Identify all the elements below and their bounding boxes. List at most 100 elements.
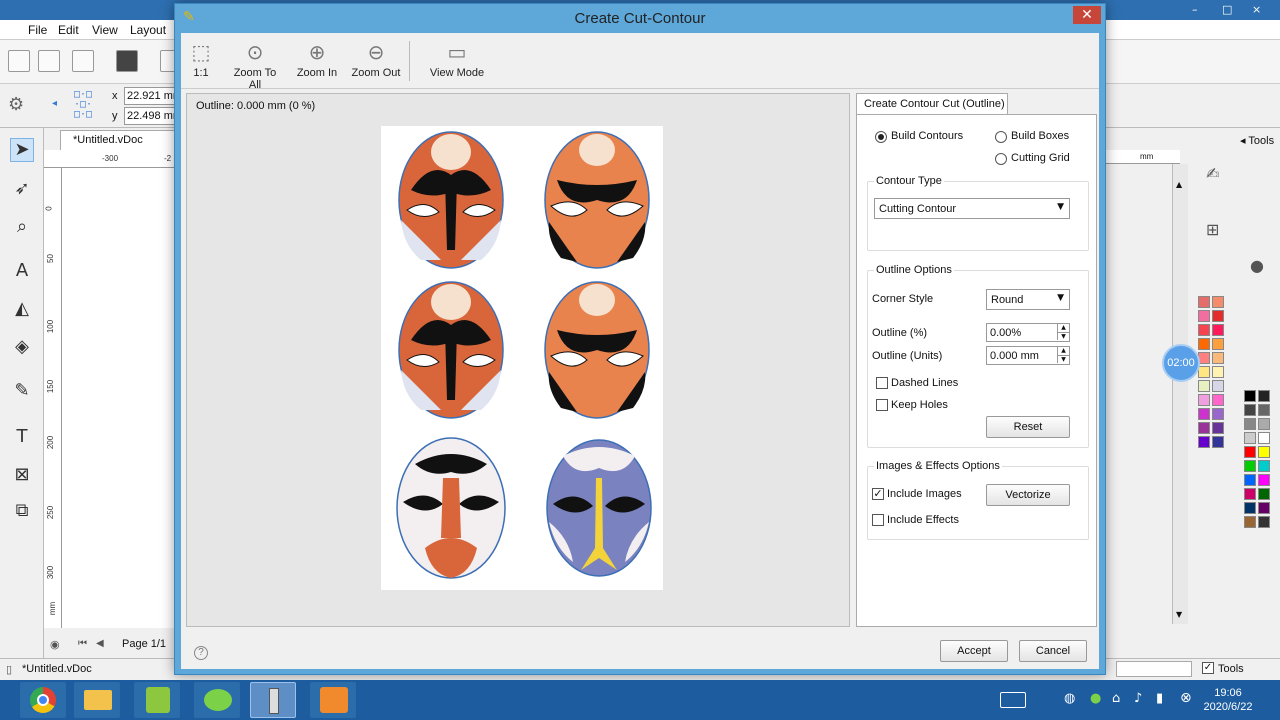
color-swatch[interactable] (1258, 446, 1270, 458)
outline-units-field[interactable]: 0.000 mm ▲ ▼ (986, 346, 1070, 365)
color-swatch[interactable] (1244, 516, 1256, 528)
color-swatch[interactable] (1258, 460, 1270, 472)
green-app-icon[interactable] (134, 682, 180, 718)
zoom-tool-icon[interactable]: ⌕ (10, 216, 34, 240)
first-page-icon[interactable]: ⏮ (78, 638, 87, 649)
color-swatch[interactable] (1212, 436, 1224, 448)
document-tab[interactable]: *Untitled.vDoc (60, 130, 175, 150)
vertical-scrollbar[interactable]: ▲ ▼ (1172, 164, 1188, 624)
color-swatch[interactable] (1198, 436, 1210, 448)
color-swatch[interactable] (1198, 394, 1210, 406)
spin-down-icon[interactable]: ▼ (1057, 332, 1069, 340)
template-icon[interactable] (72, 50, 94, 72)
menu-layout[interactable]: Layout (130, 23, 166, 37)
color-swatch[interactable] (1244, 432, 1256, 444)
volume-icon[interactable]: ♪ (1134, 691, 1142, 706)
keyboard-icon[interactable] (1000, 692, 1026, 708)
status-field[interactable] (1116, 661, 1192, 677)
color-swatch[interactable] (1212, 380, 1224, 392)
include-images-checkbox[interactable]: ✓ (872, 488, 884, 500)
chrome-icon[interactable] (20, 682, 66, 718)
color-swatch[interactable] (1198, 296, 1210, 308)
vectorize-button[interactable]: Vectorize (986, 484, 1070, 506)
vinyl-cutter-app-icon[interactable] (250, 682, 296, 718)
color-swatch[interactable] (1258, 418, 1270, 430)
page-view-icon[interactable]: ◉ (50, 638, 60, 651)
include-effects-checkbox[interactable] (872, 514, 884, 526)
preview-area[interactable]: Outline: 0.000 mm (0 %) (186, 93, 850, 627)
save-icon[interactable] (116, 50, 138, 72)
align-tool-icon[interactable]: ⊞ (1206, 220, 1230, 244)
pdf-app-icon[interactable] (310, 682, 356, 718)
color-swatch[interactable] (1258, 474, 1270, 486)
contour-type-select[interactable]: Cutting Contour ▼ (874, 198, 1070, 219)
outline-percent-field[interactable]: 0.00% ▲ ▼ (986, 323, 1070, 342)
zoom-out-button[interactable]: ⊖ Zoom Out (349, 37, 403, 87)
tools-checkbox[interactable]: ✓ (1202, 662, 1214, 674)
color-swatch[interactable] (1212, 296, 1224, 308)
color-swatch[interactable] (1212, 366, 1224, 378)
view-mode-button[interactable]: ▭ View Mode (427, 37, 487, 87)
cancel-button[interactable]: Cancel (1019, 640, 1087, 662)
prev-page-icon[interactable]: ◀ (96, 638, 104, 649)
wechat-icon[interactable] (194, 682, 240, 718)
fill-tool-icon[interactable]: ◈ (10, 336, 34, 360)
reference-point-grid-icon[interactable]: □·□ ·□· □·□ (74, 90, 102, 122)
color-swatch[interactable] (1244, 502, 1256, 514)
circle-shape-icon[interactable]: ● (1250, 256, 1270, 276)
color-swatch[interactable] (1212, 338, 1224, 350)
color-swatch[interactable] (1212, 310, 1224, 322)
color-swatch[interactable] (1258, 502, 1270, 514)
menu-view[interactable]: View (92, 23, 118, 37)
app-window-controls[interactable]: – □ × (1184, 3, 1276, 17)
color-swatch[interactable] (1212, 422, 1224, 434)
accept-button[interactable]: Accept (940, 640, 1008, 662)
battery-icon[interactable]: ▮ (1156, 691, 1163, 706)
spin-up-icon[interactable]: ▲ (1057, 324, 1069, 332)
color-swatch[interactable] (1212, 394, 1224, 406)
color-swatch[interactable] (1198, 408, 1210, 420)
zoom-to-all-button[interactable]: ⊙ Zoom To All (227, 37, 283, 91)
color-swatch[interactable] (1198, 310, 1210, 322)
color-swatch[interactable] (1212, 408, 1224, 420)
type-tool-icon[interactable]: T (10, 426, 34, 450)
new-document-icon[interactable] (8, 50, 30, 72)
color-swatch[interactable] (1198, 366, 1210, 378)
tab-create-contour-cut[interactable]: Create Contour Cut (Outline) (856, 93, 1008, 115)
shape-tool-icon[interactable]: ◭ (10, 298, 34, 322)
close-button[interactable]: ✕ (1073, 6, 1101, 24)
scroll-up-icon[interactable]: ▲ (1176, 180, 1182, 189)
pen-tool-icon[interactable]: ✎ (10, 380, 34, 404)
arrange-tool-icon[interactable]: ⧉ (10, 500, 34, 524)
color-swatch[interactable] (1258, 488, 1270, 500)
y-position-field[interactable]: 22.498 mm (124, 107, 176, 125)
keep-holes-checkbox[interactable] (876, 399, 888, 411)
network-icon[interactable]: ⌂ (1112, 691, 1120, 706)
node-edit-tool-icon[interactable]: ➶ (10, 178, 34, 202)
clock[interactable]: 19:06 2020/6/22 (1198, 686, 1258, 714)
color-swatch[interactable] (1244, 474, 1256, 486)
document-canvas[interactable] (62, 168, 182, 628)
x-position-field[interactable]: 22.921 mm (124, 87, 176, 105)
build-boxes-radio[interactable] (995, 131, 1007, 143)
crop-tool-icon[interactable]: ⊠ (10, 464, 34, 488)
color-swatch[interactable] (1244, 488, 1256, 500)
color-swatch[interactable] (1244, 446, 1256, 458)
color-swatch[interactable] (1258, 404, 1270, 416)
fit-1-1-button[interactable]: ⬚ 1:1 (183, 37, 219, 87)
color-swatch[interactable] (1244, 418, 1256, 430)
file-explorer-icon[interactable] (74, 682, 120, 718)
help-icon[interactable]: ? (194, 646, 208, 660)
color-swatch[interactable] (1212, 352, 1224, 364)
tools-panel-header[interactable]: ◂ Tools (1240, 134, 1274, 147)
reset-button[interactable]: Reset (986, 416, 1070, 438)
cutting-grid-radio[interactable] (995, 153, 1007, 165)
color-swatch[interactable] (1212, 324, 1224, 336)
spin-up-icon[interactable]: ▲ (1057, 347, 1069, 355)
color-swatch[interactable] (1258, 516, 1270, 528)
close-circle-icon[interactable]: ⊗ (1180, 690, 1192, 706)
color-swatch[interactable] (1244, 390, 1256, 402)
anchor-arrow-icon[interactable]: ◂ (52, 98, 57, 109)
corner-style-select[interactable]: Round ▼ (986, 289, 1070, 310)
color-swatch[interactable] (1198, 338, 1210, 350)
